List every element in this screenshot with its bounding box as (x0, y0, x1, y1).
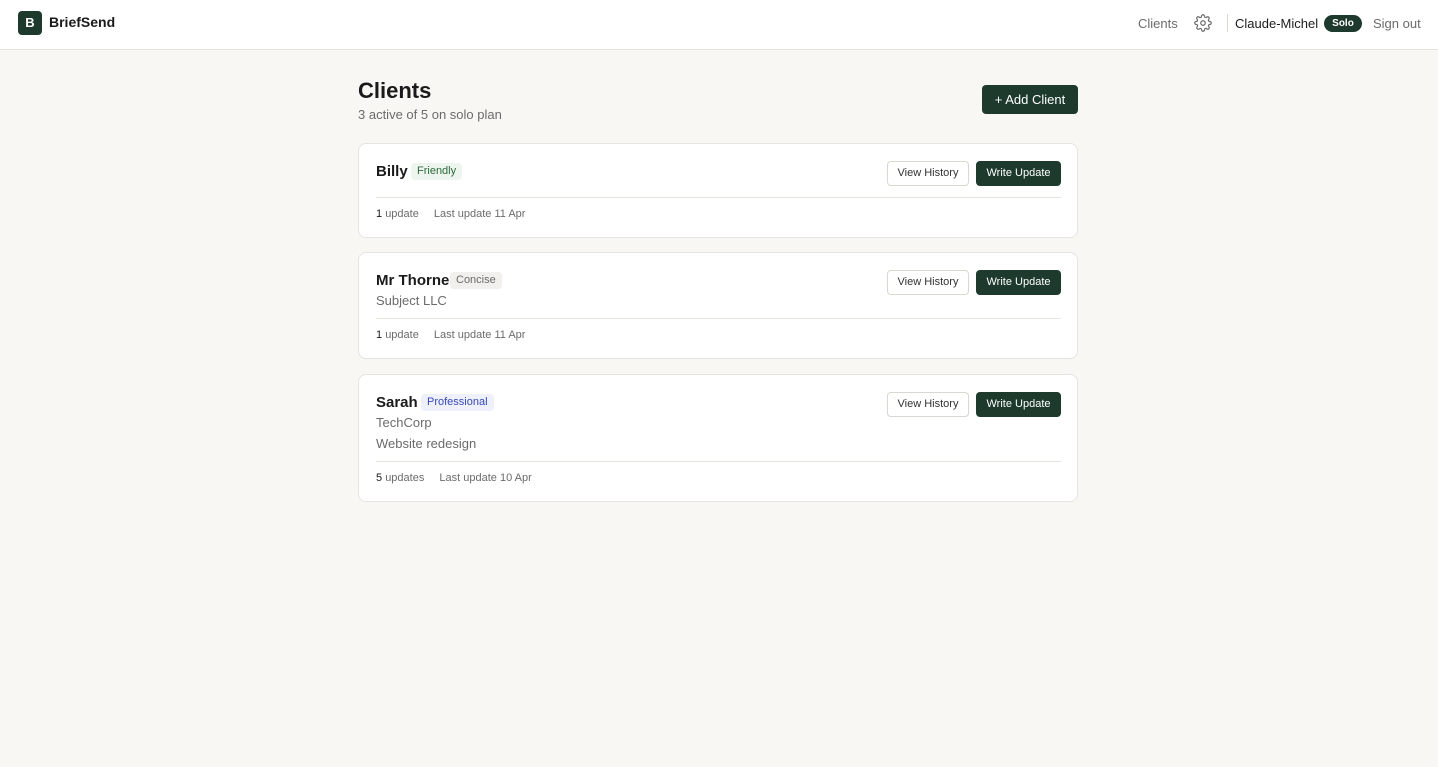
nav-link-clients[interactable]: Clients (1138, 16, 1178, 31)
page-subtitle: 3 active of 5 on solo plan (358, 107, 502, 122)
view-history-button[interactable]: View History (887, 270, 969, 295)
client-name[interactable]: Sarah (376, 394, 418, 411)
card-divider (376, 318, 1061, 319)
brand-name[interactable]: BriefSend (49, 14, 115, 30)
update-meta: 5 updates Last update 10 Apr (376, 472, 532, 484)
update-count: 5 (376, 472, 383, 484)
tone-badge: Professional (421, 394, 494, 411)
client-project: Website redesign (376, 436, 477, 451)
page-title: Clients (358, 78, 432, 103)
update-word: update (385, 329, 419, 341)
update-count: 1 (376, 329, 383, 341)
logo-mark[interactable]: B (18, 11, 42, 35)
plan-badge: Solo (1324, 15, 1362, 32)
last-update: Last update 11 Apr (433, 329, 526, 341)
top-navigation-bar: B BriefSend Clients Claude-Michel Solo S… (0, 0, 1438, 50)
last-update: Last update 11 Apr (433, 208, 526, 220)
client-card: Mr Thorne Concise Subject LLC View Histo… (358, 252, 1078, 359)
client-card: Sarah Professional TechCorp Website rede… (358, 374, 1078, 502)
nav-divider (1227, 14, 1228, 32)
view-history-button[interactable]: View History (887, 392, 969, 417)
user-name: Claude-Michel (1235, 16, 1319, 31)
update-word: update (385, 208, 419, 220)
tone-badge: Concise (450, 272, 502, 289)
client-company: TechCorp (376, 415, 432, 430)
card-divider (376, 197, 1061, 198)
tone-badge: Friendly (411, 163, 463, 180)
card-divider (376, 461, 1061, 462)
gear-icon[interactable] (1194, 14, 1212, 32)
sign-out-link[interactable]: Sign out (1373, 16, 1421, 31)
add-client-button[interactable]: + Add Client (982, 85, 1078, 114)
last-update: Last update 10 Apr (439, 472, 532, 484)
view-history-button[interactable]: View History (887, 161, 969, 186)
client-card: Billy Friendly View History Write Update… (358, 143, 1078, 238)
client-name[interactable]: Billy (376, 163, 408, 180)
write-update-button[interactable]: Write Update (976, 270, 1061, 295)
update-count: 1 (376, 208, 383, 220)
client-name[interactable]: Mr Thorne (376, 272, 449, 289)
update-meta: 1 update Last update 11 Apr (376, 329, 525, 341)
write-update-button[interactable]: Write Update (976, 161, 1061, 186)
write-update-button[interactable]: Write Update (976, 392, 1061, 417)
update-word: updates (385, 472, 425, 484)
client-company: Subject LLC (376, 293, 447, 308)
update-meta: 1 update Last update 11 Apr (376, 208, 525, 220)
